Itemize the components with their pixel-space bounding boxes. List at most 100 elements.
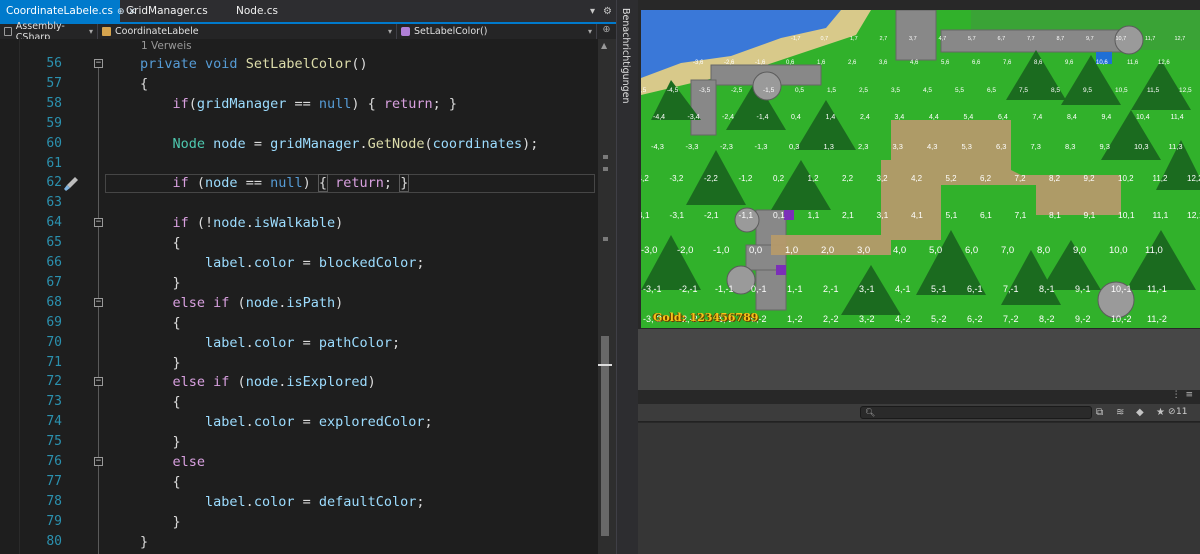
search-input[interactable]: 🔍︎ [860,406,1092,419]
code-text[interactable]: { [140,313,181,333]
code-line[interactable]: 65 { [0,233,598,253]
code-text[interactable]: label.color = pathColor; [140,333,400,353]
code-line[interactable]: 64 − if (!node.isWalkable) [0,213,598,233]
code-line[interactable]: 69 { [0,313,598,333]
settings-icon[interactable]: ⚙ [599,0,616,22]
code-text[interactable]: Node node = gridManager.GetNode(coordina… [140,134,539,154]
coordinate-label: 0,4 [791,114,801,121]
code-line[interactable]: 61 [0,154,598,174]
collapse-icon[interactable]: − [94,218,103,228]
code-text[interactable]: { [140,233,181,253]
code-line[interactable]: 75 } [0,432,598,452]
code-text[interactable]: label.color = exploredColor; [140,412,433,432]
layers-icon[interactable]: ≋ [1116,407,1124,418]
code-text[interactable]: } [140,532,148,552]
code-line[interactable]: 77 { [0,472,598,492]
split-icon[interactable]: ⊕ [597,24,616,39]
code-line[interactable]: 63 [0,193,598,213]
coordinate-label: 7,7 [1027,36,1035,42]
filter-icon[interactable]: ⧉ [1096,407,1103,418]
collapse-icon[interactable]: − [94,457,103,466]
coordinate-label: 3,7 [909,36,917,42]
code-line[interactable]: 70 label.color = pathColor; [0,333,598,353]
code-line[interactable]: 71 } [0,353,598,373]
code-text[interactable]: else if (node.isPath) [140,293,344,313]
code-line[interactable]: 68 − else if (node.isPath) [0,293,598,313]
star-icon[interactable]: ★ [1156,407,1165,418]
console-content[interactable] [638,423,1200,554]
scrollbar-thumb[interactable] [601,336,609,536]
code-text[interactable]: { [140,472,181,492]
line-number: 72 [46,374,62,390]
code-text[interactable]: else [140,452,206,472]
code-line[interactable]: 76 − else [0,452,598,472]
code-text[interactable]: { [140,74,148,94]
code-line[interactable]: 78 label.color = defaultColor; [0,492,598,512]
tab-overflow-icon[interactable]: ▾ [586,0,599,22]
coordinate-label: 10,1 [1118,210,1135,220]
coordinate-label: 8,4 [1067,114,1077,121]
code-line[interactable]: 59 [0,114,598,134]
code-line[interactable]: 79 } [0,512,598,532]
notifications-side-panel[interactable]: Benachrichtigungen [616,0,638,554]
code-line[interactable]: 80} [0,532,598,552]
codelens-references[interactable]: 1 Verweis [141,40,192,52]
code-text[interactable]: } [140,273,181,293]
code-line[interactable]: 72 − else if (node.isExplored) [0,372,598,392]
coordinate-label: 0,6 [786,60,795,66]
tab-gridmanager[interactable]: GridManager.cs [120,0,230,22]
hidden-icon[interactable]: ⊘ [1168,407,1176,417]
code-line[interactable]: 74 label.color = exploredColor; [0,412,598,432]
code-text[interactable]: label.color = defaultColor; [140,492,425,512]
coordinate-label: -3,2 [669,174,684,183]
code-line[interactable]: 73 { [0,392,598,412]
code-line[interactable]: 56 − private void SetLabelColor() [0,54,598,74]
project-dropdown[interactable]: Assembly-CSharp ▾ [0,21,98,43]
code-line[interactable]: 62 if (node == null) { return; } [0,173,598,193]
scroll-up-icon[interactable]: ▲ [601,41,607,50]
code-text[interactable]: private void SetLabelColor() [140,54,368,74]
game-view[interactable]: -3,-2 -2,-2 -1,-2 0,-2 1,-2 2,-2 3,-2 4,-2 5,-2 6… [641,10,1200,328]
code-text[interactable]: { [140,392,181,412]
panel-menu-icon[interactable]: ⋮ ≡ [1172,390,1194,400]
line-number: 66 [46,255,62,270]
coordinate-label: -2,2 [704,174,718,183]
member-dropdown[interactable]: SetLabelColor() ▾ [397,24,597,39]
code-text[interactable]: if(gridManager == null) { return; } [140,94,458,114]
code-text[interactable]: } [140,353,181,373]
coordinate-label: 4,2 [911,174,923,183]
code-line[interactable]: 67 } [0,273,598,293]
code-line[interactable]: 57 { [0,74,598,94]
label-icon[interactable]: ◆ [1136,407,1144,418]
tab-node[interactable]: Node.cs [230,0,340,22]
code-text[interactable]: if (!node.isWalkable) [140,213,344,233]
coordinate-label: 11,-1 [1147,284,1167,294]
notifications-label[interactable]: Benachrichtigungen [620,8,631,104]
code-line[interactable]: 58 if(gridManager == null) { return; } [0,94,598,114]
collapse-icon[interactable]: − [94,377,103,387]
code-text[interactable]: label.color = blockedColor; [140,253,425,273]
coordinate-label: 12,6 [1158,60,1170,66]
collapse-icon[interactable]: − [94,59,103,68]
coordinate-label: -2,0 [677,245,694,256]
coordinate-label: -1,5 [763,87,775,94]
code-line[interactable]: 60 Node node = gridManager.GetNode(coord… [0,134,598,154]
vertical-scrollbar[interactable]: ▲ [598,39,616,554]
code-text[interactable]: else if (node.isExplored) [140,372,376,392]
coordinate-label: 3,2 [876,174,888,183]
coordinate-label: -4,5 [667,87,679,94]
tab-coordinatelabele[interactable]: CoordinateLabele.cs ⊕ ✕ [0,0,136,22]
collapse-icon[interactable]: − [94,297,103,307]
code-text[interactable]: } [140,432,181,452]
code-text[interactable]: } [140,512,181,532]
code-text[interactable]: if (node == null) { return; } [140,173,410,193]
tab-label: CoordinateLabele.cs [6,5,113,17]
code-line[interactable]: 66 label.color = blockedColor; [0,253,598,273]
coordinate-label: 0,2 [773,174,785,183]
coordinate-label: 10,-1 [1111,284,1132,294]
coordinate-label: 11,7 [1145,36,1156,42]
code-area[interactable]: 1 Verweis 56 − private void SetLabelColor(… [0,39,598,554]
coordinate-label: 9,2 [1083,174,1095,183]
coordinate-label: 6,1 [980,210,992,220]
class-dropdown[interactable]: CoordinateLabele ▾ [98,24,397,39]
